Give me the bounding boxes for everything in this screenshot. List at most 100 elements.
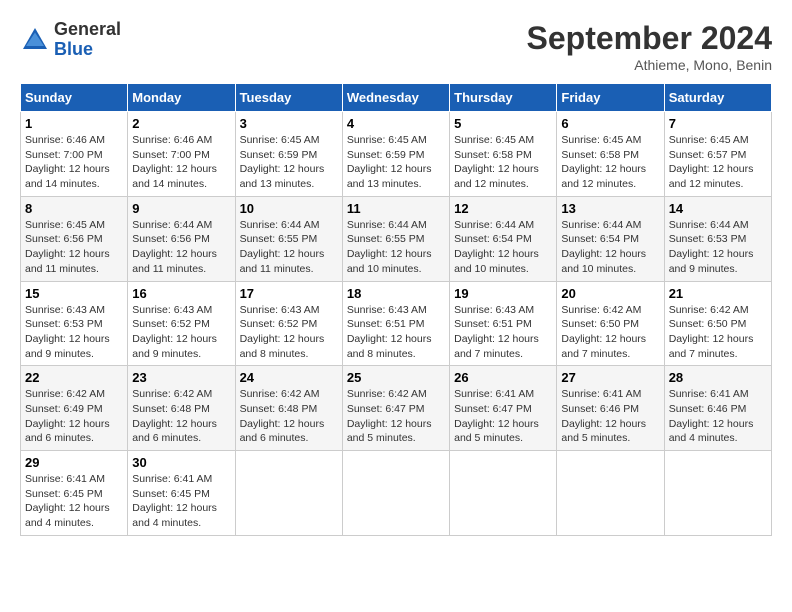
- day-number: 30: [132, 455, 230, 470]
- day-number: 28: [669, 370, 767, 385]
- day-info: Sunrise: 6:43 AM Sunset: 6:53 PM Dayligh…: [25, 303, 123, 362]
- table-cell: 29 Sunrise: 6:41 AM Sunset: 6:45 PM Dayl…: [21, 451, 128, 536]
- day-info: Sunrise: 6:42 AM Sunset: 6:50 PM Dayligh…: [669, 303, 767, 362]
- col-tuesday: Tuesday: [235, 84, 342, 112]
- day-number: 17: [240, 286, 338, 301]
- day-info: Sunrise: 6:45 AM Sunset: 6:56 PM Dayligh…: [25, 218, 123, 277]
- day-number: 27: [561, 370, 659, 385]
- day-number: 15: [25, 286, 123, 301]
- day-info: Sunrise: 6:45 AM Sunset: 6:57 PM Dayligh…: [669, 133, 767, 192]
- week-row-5: 29 Sunrise: 6:41 AM Sunset: 6:45 PM Dayl…: [21, 451, 772, 536]
- day-number: 5: [454, 116, 552, 131]
- day-info: Sunrise: 6:44 AM Sunset: 6:56 PM Dayligh…: [132, 218, 230, 277]
- day-info: Sunrise: 6:43 AM Sunset: 6:51 PM Dayligh…: [454, 303, 552, 362]
- day-number: 1: [25, 116, 123, 131]
- col-thursday: Thursday: [450, 84, 557, 112]
- table-cell: 17 Sunrise: 6:43 AM Sunset: 6:52 PM Dayl…: [235, 281, 342, 366]
- day-number: 23: [132, 370, 230, 385]
- day-info: Sunrise: 6:42 AM Sunset: 6:48 PM Dayligh…: [240, 387, 338, 446]
- day-number: 14: [669, 201, 767, 216]
- day-info: Sunrise: 6:46 AM Sunset: 7:00 PM Dayligh…: [132, 133, 230, 192]
- day-number: 6: [561, 116, 659, 131]
- table-cell: 22 Sunrise: 6:42 AM Sunset: 6:49 PM Dayl…: [21, 366, 128, 451]
- day-info: Sunrise: 6:42 AM Sunset: 6:47 PM Dayligh…: [347, 387, 445, 446]
- day-number: 7: [669, 116, 767, 131]
- week-row-4: 22 Sunrise: 6:42 AM Sunset: 6:49 PM Dayl…: [21, 366, 772, 451]
- day-number: 22: [25, 370, 123, 385]
- day-info: Sunrise: 6:41 AM Sunset: 6:45 PM Dayligh…: [132, 472, 230, 531]
- day-info: Sunrise: 6:41 AM Sunset: 6:47 PM Dayligh…: [454, 387, 552, 446]
- table-cell: 13 Sunrise: 6:44 AM Sunset: 6:54 PM Dayl…: [557, 196, 664, 281]
- col-friday: Friday: [557, 84, 664, 112]
- table-cell: 4 Sunrise: 6:45 AM Sunset: 6:59 PM Dayli…: [342, 112, 449, 197]
- logo-blue: Blue: [54, 40, 121, 60]
- title-block: September 2024 Athieme, Mono, Benin: [527, 20, 772, 73]
- day-number: 18: [347, 286, 445, 301]
- week-row-3: 15 Sunrise: 6:43 AM Sunset: 6:53 PM Dayl…: [21, 281, 772, 366]
- table-cell: [235, 451, 342, 536]
- table-cell: 12 Sunrise: 6:44 AM Sunset: 6:54 PM Dayl…: [450, 196, 557, 281]
- month-title: September 2024: [527, 20, 772, 57]
- table-cell: 9 Sunrise: 6:44 AM Sunset: 6:56 PM Dayli…: [128, 196, 235, 281]
- calendar-header-row: Sunday Monday Tuesday Wednesday Thursday…: [21, 84, 772, 112]
- day-info: Sunrise: 6:45 AM Sunset: 6:59 PM Dayligh…: [240, 133, 338, 192]
- day-info: Sunrise: 6:45 AM Sunset: 6:58 PM Dayligh…: [561, 133, 659, 192]
- day-number: 24: [240, 370, 338, 385]
- day-info: Sunrise: 6:42 AM Sunset: 6:49 PM Dayligh…: [25, 387, 123, 446]
- table-cell: 14 Sunrise: 6:44 AM Sunset: 6:53 PM Dayl…: [664, 196, 771, 281]
- table-cell: 6 Sunrise: 6:45 AM Sunset: 6:58 PM Dayli…: [557, 112, 664, 197]
- day-info: Sunrise: 6:41 AM Sunset: 6:46 PM Dayligh…: [561, 387, 659, 446]
- table-cell: 15 Sunrise: 6:43 AM Sunset: 6:53 PM Dayl…: [21, 281, 128, 366]
- table-cell: 27 Sunrise: 6:41 AM Sunset: 6:46 PM Dayl…: [557, 366, 664, 451]
- day-number: 10: [240, 201, 338, 216]
- day-info: Sunrise: 6:41 AM Sunset: 6:45 PM Dayligh…: [25, 472, 123, 531]
- day-number: 3: [240, 116, 338, 131]
- day-number: 11: [347, 201, 445, 216]
- day-info: Sunrise: 6:44 AM Sunset: 6:53 PM Dayligh…: [669, 218, 767, 277]
- day-number: 4: [347, 116, 445, 131]
- calendar-table: Sunday Monday Tuesday Wednesday Thursday…: [20, 83, 772, 536]
- table-cell: 5 Sunrise: 6:45 AM Sunset: 6:58 PM Dayli…: [450, 112, 557, 197]
- table-cell: 11 Sunrise: 6:44 AM Sunset: 6:55 PM Dayl…: [342, 196, 449, 281]
- day-number: 25: [347, 370, 445, 385]
- table-cell: [450, 451, 557, 536]
- day-info: Sunrise: 6:41 AM Sunset: 6:46 PM Dayligh…: [669, 387, 767, 446]
- table-cell: 26 Sunrise: 6:41 AM Sunset: 6:47 PM Dayl…: [450, 366, 557, 451]
- logo: General Blue: [20, 20, 121, 60]
- page-header: General Blue September 2024 Athieme, Mon…: [20, 20, 772, 73]
- day-info: Sunrise: 6:45 AM Sunset: 6:58 PM Dayligh…: [454, 133, 552, 192]
- day-info: Sunrise: 6:42 AM Sunset: 6:50 PM Dayligh…: [561, 303, 659, 362]
- logo-icon: [20, 25, 50, 55]
- day-number: 29: [25, 455, 123, 470]
- week-row-2: 8 Sunrise: 6:45 AM Sunset: 6:56 PM Dayli…: [21, 196, 772, 281]
- table-cell: 18 Sunrise: 6:43 AM Sunset: 6:51 PM Dayl…: [342, 281, 449, 366]
- day-number: 20: [561, 286, 659, 301]
- day-info: Sunrise: 6:45 AM Sunset: 6:59 PM Dayligh…: [347, 133, 445, 192]
- table-cell: 28 Sunrise: 6:41 AM Sunset: 6:46 PM Dayl…: [664, 366, 771, 451]
- table-cell: 21 Sunrise: 6:42 AM Sunset: 6:50 PM Dayl…: [664, 281, 771, 366]
- day-info: Sunrise: 6:44 AM Sunset: 6:54 PM Dayligh…: [561, 218, 659, 277]
- col-sunday: Sunday: [21, 84, 128, 112]
- day-info: Sunrise: 6:43 AM Sunset: 6:52 PM Dayligh…: [132, 303, 230, 362]
- table-cell: 20 Sunrise: 6:42 AM Sunset: 6:50 PM Dayl…: [557, 281, 664, 366]
- week-row-1: 1 Sunrise: 6:46 AM Sunset: 7:00 PM Dayli…: [21, 112, 772, 197]
- table-cell: [664, 451, 771, 536]
- day-number: 26: [454, 370, 552, 385]
- logo-text: General Blue: [54, 20, 121, 60]
- table-cell: 10 Sunrise: 6:44 AM Sunset: 6:55 PM Dayl…: [235, 196, 342, 281]
- table-cell: 8 Sunrise: 6:45 AM Sunset: 6:56 PM Dayli…: [21, 196, 128, 281]
- table-cell: [557, 451, 664, 536]
- table-cell: 23 Sunrise: 6:42 AM Sunset: 6:48 PM Dayl…: [128, 366, 235, 451]
- day-number: 21: [669, 286, 767, 301]
- table-cell: 24 Sunrise: 6:42 AM Sunset: 6:48 PM Dayl…: [235, 366, 342, 451]
- day-info: Sunrise: 6:44 AM Sunset: 6:55 PM Dayligh…: [347, 218, 445, 277]
- col-saturday: Saturday: [664, 84, 771, 112]
- col-monday: Monday: [128, 84, 235, 112]
- table-cell: 16 Sunrise: 6:43 AM Sunset: 6:52 PM Dayl…: [128, 281, 235, 366]
- day-number: 12: [454, 201, 552, 216]
- location-subtitle: Athieme, Mono, Benin: [527, 57, 772, 73]
- day-number: 16: [132, 286, 230, 301]
- day-info: Sunrise: 6:43 AM Sunset: 6:52 PM Dayligh…: [240, 303, 338, 362]
- day-info: Sunrise: 6:44 AM Sunset: 6:54 PM Dayligh…: [454, 218, 552, 277]
- table-cell: 1 Sunrise: 6:46 AM Sunset: 7:00 PM Dayli…: [21, 112, 128, 197]
